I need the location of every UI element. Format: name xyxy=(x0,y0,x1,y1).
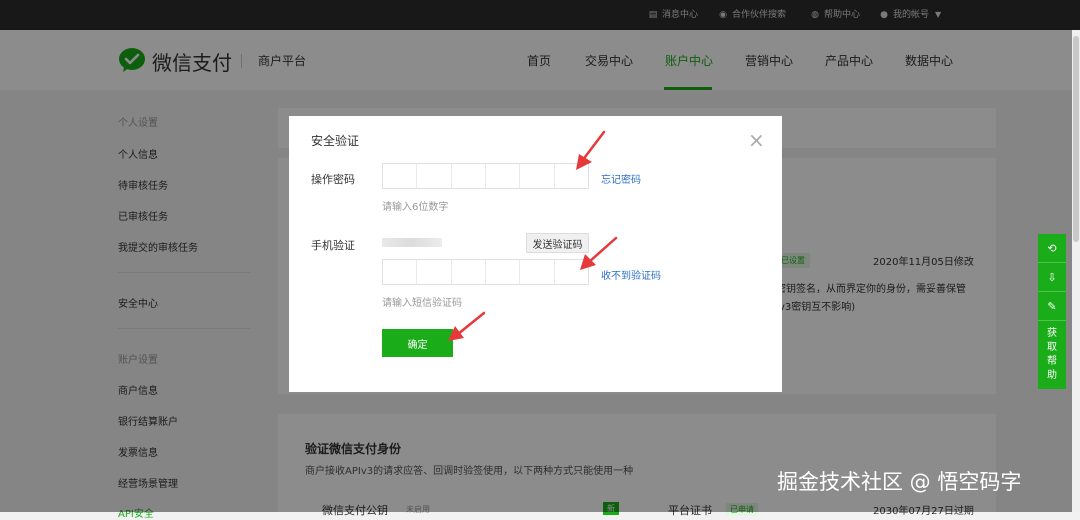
pin-cell[interactable] xyxy=(417,164,452,188)
dialog-title: 安全验证 xyxy=(311,134,360,148)
code-cell[interactable] xyxy=(555,260,588,284)
no-code-link[interactable]: 收不到验证码 xyxy=(601,267,661,282)
code-cell[interactable] xyxy=(417,260,452,284)
pin-cell[interactable] xyxy=(520,164,555,188)
send-code-button[interactable]: 发送验证码 xyxy=(526,233,589,253)
password-hint: 请输入6位数字 xyxy=(382,202,449,213)
get-help-button[interactable]: 获取帮助 xyxy=(1038,321,1066,389)
watermark: 掘金技术社区 @ 悟空码字 xyxy=(777,470,1022,494)
password-input[interactable] xyxy=(382,163,589,189)
password-label: 操作密码 xyxy=(311,173,355,186)
pin-cell[interactable] xyxy=(555,164,588,188)
get-help-label: 获取帮助 xyxy=(1047,328,1057,381)
confirm-button[interactable]: 确定 xyxy=(382,329,453,357)
page-scrollbar[interactable] xyxy=(1072,30,1080,512)
edit-icon[interactable]: ✎ xyxy=(1038,292,1066,321)
pin-cell[interactable] xyxy=(452,164,486,188)
security-verification-dialog: 安全验证 × 操作密码 忘记密码 请输入6位数字 手机验证 发送验证码 收不到验… xyxy=(289,116,782,392)
forgot-password-link[interactable]: 忘记密码 xyxy=(601,171,641,186)
share-icon[interactable]: ⟲ xyxy=(1038,234,1066,263)
floating-help-bar: ⟲ ⇩ ✎ 获取帮助 xyxy=(1038,234,1066,389)
phone-label: 手机验证 xyxy=(311,239,355,252)
code-cell[interactable] xyxy=(486,260,521,284)
code-cell[interactable] xyxy=(452,260,486,284)
thumb-icon[interactable]: ⇩ xyxy=(1038,263,1066,292)
code-cell[interactable] xyxy=(383,260,418,284)
masked-phone-number xyxy=(382,238,442,247)
code-cell[interactable] xyxy=(520,260,555,284)
code-hint: 请输入短信验证码 xyxy=(382,298,462,309)
close-icon[interactable]: × xyxy=(748,130,765,150)
sms-code-input[interactable] xyxy=(382,259,589,285)
pin-cell[interactable] xyxy=(383,164,418,188)
pin-cell[interactable] xyxy=(486,164,521,188)
scrollbar-thumb[interactable] xyxy=(1073,36,1079,242)
